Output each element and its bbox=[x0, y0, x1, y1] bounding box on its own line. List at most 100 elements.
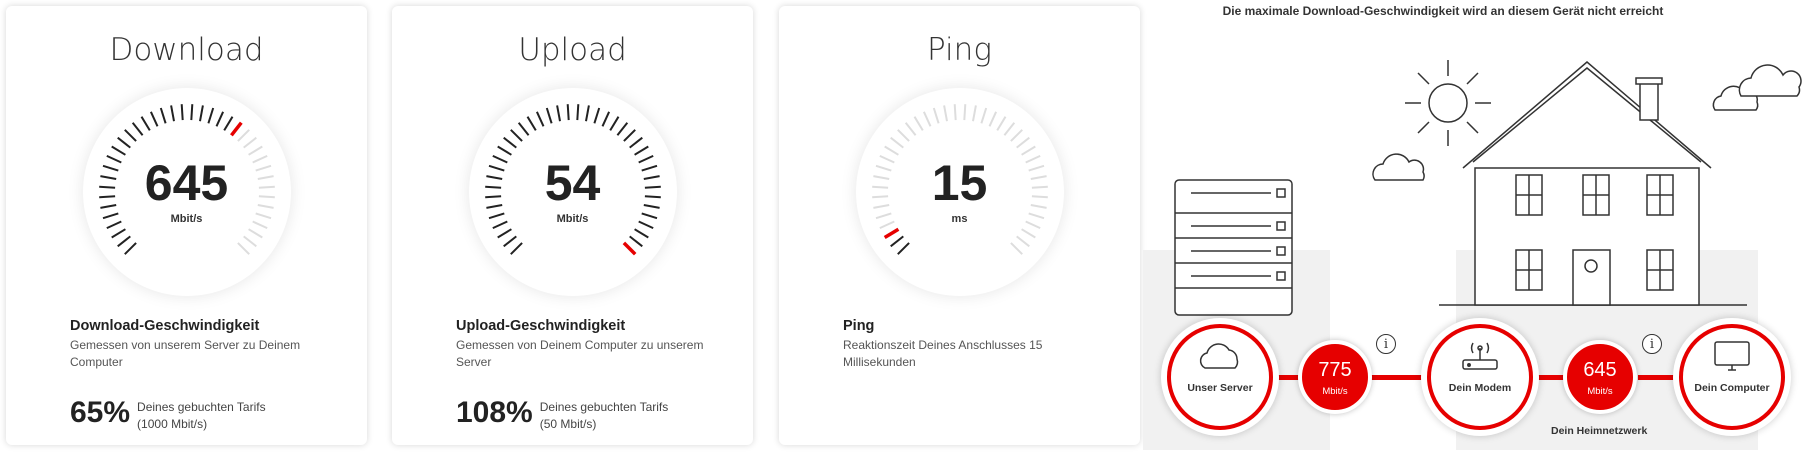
gauge-tick bbox=[496, 228, 512, 239]
gauge-tick bbox=[904, 122, 916, 136]
gauge-tick bbox=[159, 107, 167, 124]
gauge-tick bbox=[1009, 242, 1023, 255]
gauge-tick bbox=[247, 145, 263, 156]
sun-icon bbox=[1405, 60, 1491, 146]
gauge-tick bbox=[1015, 136, 1030, 149]
speed-unit: Mbit/s bbox=[1587, 386, 1613, 397]
link-speed-modem bbox=[1368, 375, 1423, 380]
gauge-tick bbox=[149, 111, 158, 127]
server-label: Unser Server bbox=[1187, 382, 1253, 394]
gauge-tick bbox=[913, 116, 924, 131]
ping-card: Ping 15 ms Ping Reaktionszeit Deines Ans… bbox=[779, 6, 1140, 445]
gauge-tick bbox=[215, 111, 224, 127]
card-title: Download bbox=[109, 32, 264, 68]
gauge-tick bbox=[592, 107, 600, 124]
gauge-indicator-tick bbox=[622, 241, 636, 256]
gauge-tick bbox=[896, 242, 910, 255]
gauge-unit: Mbit/s bbox=[556, 213, 589, 225]
computer-label: Dein Computer bbox=[1694, 382, 1770, 394]
network-diagram: Die maximale Download-Geschwindigkeit wi… bbox=[1143, 0, 1812, 456]
gauge-tick bbox=[896, 129, 910, 142]
gauge-tick bbox=[962, 104, 966, 121]
speed-value: 645 bbox=[1583, 359, 1617, 381]
gauge-tick bbox=[633, 145, 649, 156]
gauge-tick bbox=[123, 242, 137, 255]
percent-block: 65% Deines gebuchten Tarifs (1000 Mbit/s… bbox=[70, 398, 266, 433]
gauge-tick bbox=[566, 104, 570, 121]
info-icon[interactable]: i bbox=[1642, 334, 1662, 354]
modem-label: Dein Modem bbox=[1448, 382, 1512, 394]
gauge-indicator-tick bbox=[883, 227, 899, 239]
percent-text: Deines gebuchten Tarifs (1000 Mbit/s) bbox=[137, 399, 266, 433]
gauge-tick bbox=[608, 116, 619, 131]
computer-node[interactable]: Dein Computer bbox=[1673, 318, 1791, 436]
gauge-tick bbox=[509, 129, 523, 142]
gauge-tick bbox=[110, 228, 126, 239]
gauge-tick bbox=[889, 136, 904, 149]
gauge-tick bbox=[1009, 129, 1023, 142]
computer-icon bbox=[1714, 341, 1750, 371]
gauge-tick bbox=[995, 116, 1006, 131]
percent-block: 108% Deines gebuchten Tarifs (50 Mbit/s) bbox=[456, 398, 668, 433]
percent-value: 65% bbox=[70, 396, 131, 429]
cloud-icon bbox=[1199, 343, 1239, 369]
card-title: Ping bbox=[927, 32, 992, 68]
info-description: Gemessen von Deinem Computer zu unserem … bbox=[456, 338, 704, 369]
gauge-tick bbox=[110, 145, 126, 156]
card-title: Upload bbox=[518, 32, 627, 68]
gauge-tick bbox=[622, 129, 636, 142]
gauge-tick bbox=[633, 228, 649, 239]
upload-card: Upload 54 Mbit/s Upload-Geschwindigkeit … bbox=[392, 6, 753, 445]
gauge-tick bbox=[979, 107, 987, 124]
percent-value: 108% bbox=[456, 396, 533, 429]
speed-badge-modem: 645 Mbit/s bbox=[1563, 340, 1637, 414]
gauge-tick bbox=[189, 104, 193, 121]
gauge-tick bbox=[116, 136, 131, 149]
info-description: Gemessen von unserem Server zu Deinem Co… bbox=[70, 338, 301, 369]
gauge-tick bbox=[932, 107, 940, 124]
speed-unit: Mbit/s bbox=[1322, 386, 1348, 397]
gauge-tick bbox=[206, 107, 214, 124]
gauge-tick bbox=[247, 228, 263, 239]
percent-text: Deines gebuchten Tarifs (50 Mbit/s) bbox=[540, 399, 669, 433]
gauge-tick bbox=[140, 116, 151, 131]
percent-tariff: (1000 Mbit/s) bbox=[137, 417, 208, 431]
gauge-tick bbox=[555, 105, 561, 122]
gauge-tick bbox=[509, 242, 523, 255]
gauge-tick bbox=[198, 105, 204, 122]
house-icon bbox=[1462, 61, 1712, 306]
download-card: Download 645 Mbit/s Download-Geschwindig… bbox=[6, 6, 367, 445]
gauge-tick bbox=[502, 136, 517, 149]
gauge-tick bbox=[942, 105, 948, 122]
upload-gauge: 54 Mbit/s bbox=[468, 88, 677, 296]
gauge-tick bbox=[883, 145, 899, 156]
gauge-value: 645 bbox=[144, 155, 229, 211]
gauge-tick bbox=[502, 235, 517, 248]
gauge-tick bbox=[628, 136, 643, 149]
info-description: Reaktionszeit Deines Anschlusses 15 Mill… bbox=[843, 338, 1043, 369]
gauge-tick bbox=[242, 136, 257, 149]
modem-node[interactable]: Dein Modem bbox=[1421, 318, 1539, 436]
ping-gauge: 15 ms bbox=[855, 88, 1064, 296]
gauge-tick bbox=[922, 111, 931, 127]
cloud-icon bbox=[1372, 64, 1802, 181]
node-ring bbox=[1167, 324, 1273, 430]
server-node[interactable]: Unser Server bbox=[1161, 318, 1279, 436]
gauge-tick bbox=[988, 111, 997, 127]
gauge-tick bbox=[575, 104, 579, 121]
gauge-tick bbox=[616, 122, 628, 136]
info-title: Upload-Geschwindigkeit bbox=[456, 318, 626, 334]
gauge-tick bbox=[535, 111, 544, 127]
info-title: Ping bbox=[843, 318, 875, 334]
gauge-tick bbox=[236, 242, 250, 255]
gauge-indicator-tick bbox=[229, 121, 243, 137]
gauge-tick bbox=[545, 107, 553, 124]
gauge-tick bbox=[953, 104, 957, 121]
gauge-value: 15 bbox=[931, 155, 988, 211]
gauge-tick bbox=[116, 235, 131, 248]
gauge-tick bbox=[1003, 122, 1015, 136]
info-icon[interactable]: i bbox=[1376, 334, 1396, 354]
gauge-tick bbox=[496, 145, 512, 156]
gauge-tick bbox=[628, 235, 643, 248]
gauge-tick bbox=[236, 129, 250, 142]
